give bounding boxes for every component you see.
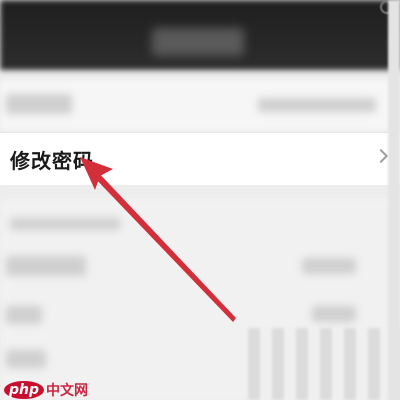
annotation-arrow <box>80 157 236 322</box>
watermark-site-text: 中文网 <box>46 383 89 399</box>
watermark: php 中文网 <box>4 380 88 400</box>
arrow-shaft <box>89 170 236 322</box>
watermark-logo: php <box>4 381 45 399</box>
